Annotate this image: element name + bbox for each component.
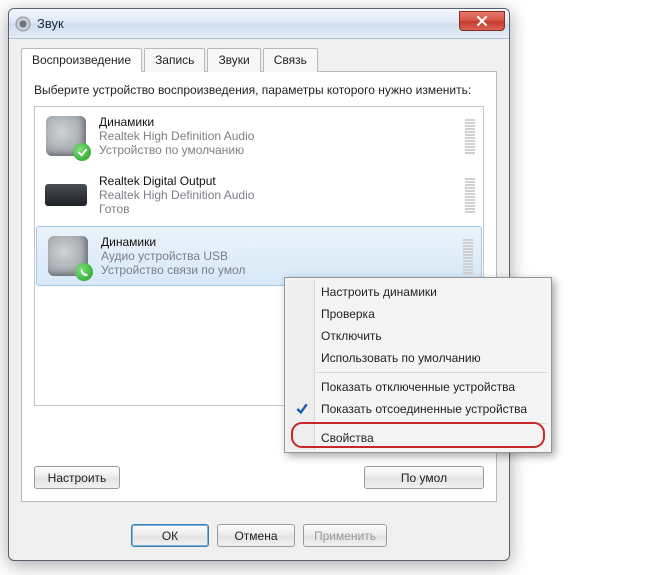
digital-output-icon (43, 172, 89, 218)
set-default-button[interactable]: По умол (364, 466, 484, 489)
check-icon (295, 402, 309, 416)
device-texts: Realtek Digital Output Realtek High Defi… (99, 174, 455, 216)
titlebar[interactable]: Звук (9, 9, 509, 39)
panel-button-row: Настроить По умол (34, 466, 484, 489)
tab-communications[interactable]: Связь (263, 48, 318, 72)
cm-test[interactable]: Проверка (287, 303, 549, 325)
default-check-badge (73, 143, 91, 161)
device-texts: Динамики Realtek High Definition Audio У… (99, 115, 455, 157)
device-name: Динамики (101, 235, 453, 249)
device-status: Готов (99, 202, 455, 216)
device-driver: Realtek High Definition Audio (99, 129, 455, 143)
context-menu: Настроить динамики Проверка Отключить Ис… (284, 277, 552, 453)
device-row[interactable]: Realtek Digital Output Realtek High Defi… (35, 166, 483, 225)
dialog-button-row: ОК Отмена Применить (9, 514, 509, 557)
sound-icon (15, 16, 31, 32)
close-button[interactable] (459, 11, 505, 31)
device-texts: Динамики Аудио устройства USB Устройство… (101, 235, 453, 277)
device-row[interactable]: Динамики Realtek High Definition Audio У… (35, 107, 483, 166)
context-menu-separator (317, 372, 547, 373)
speaker-icon (45, 233, 91, 279)
comm-default-badge (75, 263, 93, 281)
speaker-icon (43, 113, 89, 159)
tabstrip: Воспроизведение Запись Звуки Связь (21, 47, 497, 72)
apply-button[interactable]: Применить (303, 524, 387, 547)
tab-recording[interactable]: Запись (144, 48, 205, 72)
cm-show-disconnected[interactable]: Показать отсоединенные устройства (287, 398, 549, 420)
window-title: Звук (37, 16, 64, 31)
cm-properties[interactable]: Свойства (287, 427, 549, 449)
cancel-button[interactable]: Отмена (217, 524, 295, 547)
default-button-group: По умол (364, 466, 484, 489)
level-meter (465, 113, 475, 159)
device-status: Устройство связи по умол (101, 263, 453, 277)
tab-sounds[interactable]: Звуки (207, 48, 260, 72)
device-status: Устройство по умолчанию (99, 143, 455, 157)
cm-configure-speakers[interactable]: Настроить динамики (287, 281, 549, 303)
instruction-text: Выберите устройство воспроизведения, пар… (34, 82, 484, 98)
device-driver: Realtek High Definition Audio (99, 188, 455, 202)
cm-show-disabled[interactable]: Показать отключенные устройства (287, 376, 549, 398)
configure-button[interactable]: Настроить (34, 466, 120, 489)
device-driver: Аудио устройства USB (101, 249, 453, 263)
tab-playback[interactable]: Воспроизведение (21, 48, 142, 72)
device-name: Динамики (99, 115, 455, 129)
cm-label: Показать отсоединенные устройства (321, 402, 527, 416)
device-name: Realtek Digital Output (99, 174, 455, 188)
context-menu-separator (317, 423, 547, 424)
level-meter (465, 172, 475, 218)
cm-disable[interactable]: Отключить (287, 325, 549, 347)
cm-use-default[interactable]: Использовать по умолчанию (287, 347, 549, 369)
ok-button[interactable]: ОК (131, 524, 209, 547)
level-meter (463, 233, 473, 279)
